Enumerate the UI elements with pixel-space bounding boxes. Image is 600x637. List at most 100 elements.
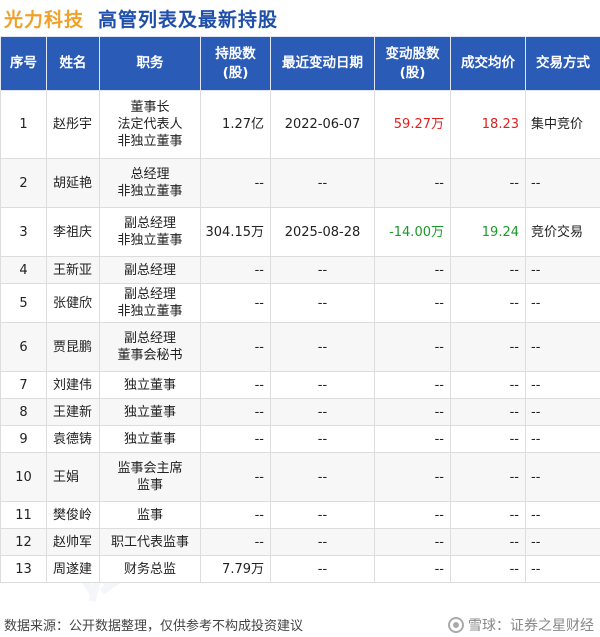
cell-name: 王新亚 [46, 256, 100, 284]
cell-name: 樊俊岭 [46, 501, 100, 529]
cell-method: -- [525, 555, 600, 583]
cell-method: -- [525, 398, 600, 426]
cell-holding: -- [200, 425, 271, 453]
position-line: 独立董事 [123, 377, 176, 393]
col-header-position: 职务 [99, 36, 201, 91]
table-row: 6 贾昆鹏 副总经理 董事会秘书 -- -- -- -- -- [0, 322, 600, 372]
cell-name: 胡延艳 [46, 158, 100, 208]
cell-date: -- [270, 555, 375, 583]
col-header-holding: 持股数 (股) [200, 36, 271, 91]
table-row: 9 袁德铸 独立董事 -- -- -- -- -- [0, 425, 600, 453]
position-line: 非独立董事 [117, 134, 183, 149]
cell-method: -- [525, 371, 600, 399]
cell-position: 总经理 非独立董事 [99, 158, 201, 208]
cell-price: -- [450, 425, 526, 453]
cell-method: -- [525, 322, 600, 372]
cell-date: -- [270, 452, 375, 502]
cell-method: 竞价交易 [525, 207, 600, 257]
cell-change: -- [374, 283, 451, 323]
cell-change: -- [374, 425, 451, 453]
brand-text: 雪球：证券之星财经 [468, 617, 594, 634]
cell-holding: -- [200, 283, 271, 323]
cell-name: 刘建伟 [46, 371, 100, 399]
cell-change: -- [374, 398, 451, 426]
cell-price: -- [450, 555, 526, 583]
cell-method: -- [525, 425, 600, 453]
cell-holding: -- [200, 501, 271, 529]
position-line: 监事 [136, 478, 163, 493]
cell-position: 副总经理 [99, 256, 201, 284]
cell-index: 1 [0, 90, 47, 159]
cell-price: -- [450, 528, 526, 556]
snowball-logo-icon [448, 616, 464, 633]
cell-date: -- [270, 322, 375, 372]
cell-index: 13 [0, 555, 47, 583]
cell-holding: -- [200, 158, 271, 208]
cell-price: -- [450, 398, 526, 426]
cell-index: 2 [0, 158, 47, 208]
cell-price: -- [450, 158, 526, 208]
cell-position: 副总经理 非独立董事 [99, 283, 201, 323]
cell-position: 副总经理 董事会秘书 [99, 322, 201, 372]
cell-position: 独立董事 [99, 371, 201, 399]
cell-index: 4 [0, 256, 47, 284]
col-header-change: 变动股数 (股) [374, 36, 451, 91]
position-line: 法定代表人 [117, 117, 183, 132]
cell-name: 贾昆鹏 [46, 322, 100, 372]
cell-change: 59.27万 [374, 90, 451, 159]
col-header-date: 最近变动日期 [270, 36, 375, 91]
cell-change: -- [374, 322, 451, 372]
table-row: 1 赵彤宇 董事长 法定代表人 非独立董事 1.27亿 2022-06-07 59.27万 18… [0, 90, 600, 159]
cell-method: -- [525, 158, 600, 208]
cell-date: -- [270, 425, 375, 453]
cell-holding: -- [200, 371, 271, 399]
cell-date: -- [270, 256, 375, 284]
cell-date: -- [270, 398, 375, 426]
cell-change: -- [374, 158, 451, 208]
cell-index: 10 [0, 452, 47, 502]
cell-index: 12 [0, 528, 47, 556]
cell-index: 3 [0, 207, 47, 257]
cell-date: -- [270, 501, 375, 529]
table-row: 5 张健欣 副总经理 非独立董事 -- -- -- -- -- [0, 283, 600, 323]
cell-index: 11 [0, 501, 47, 529]
cell-change: -- [374, 371, 451, 399]
position-line: 监事会主席 [117, 461, 183, 476]
position-line: 董事会秘书 [117, 348, 183, 363]
cell-change: -- [374, 528, 451, 556]
table-row: 4 王新亚 副总经理 -- -- -- -- -- [0, 256, 600, 284]
table-row: 11 樊俊岭 监事 -- -- -- -- -- [0, 501, 600, 529]
page-title: 高管列表及最新持股 [98, 8, 279, 31]
position-line: 独立董事 [123, 431, 176, 447]
position-line: 独立董事 [123, 404, 176, 420]
cell-date: -- [270, 283, 375, 323]
data-source-note: 数据来源：公开数据整理，仅供参考不构成投资建议 [4, 619, 304, 634]
cell-price: 19.24 [450, 207, 526, 257]
cell-date: 2025-08-28 [270, 207, 375, 257]
cell-price: -- [450, 322, 526, 372]
cell-method: -- [525, 256, 600, 284]
cell-name: 李祖庆 [46, 207, 100, 257]
cell-change: -- [374, 555, 451, 583]
executive-table: 序号 姓名 职务 持股数 (股) 最近变动日期 变动股数 (股) 成交均价 交易方式… [0, 36, 600, 583]
cell-name: 王娟 [46, 452, 100, 502]
cell-date: -- [270, 528, 375, 556]
cell-holding: -- [200, 452, 271, 502]
table-row: 2 胡延艳 总经理 非独立董事 -- -- -- -- -- [0, 158, 600, 208]
cell-position: 董事长 法定代表人 非独立董事 [99, 90, 201, 159]
cell-price: 18.23 [450, 90, 526, 159]
cell-holding: 7.79万 [200, 555, 271, 583]
cell-name: 周遂建 [46, 555, 100, 583]
cell-price: -- [450, 256, 526, 284]
cell-change: -14.00万 [374, 207, 451, 257]
col-header-index: 序号 [0, 36, 47, 91]
cell-name: 王建新 [46, 398, 100, 426]
cell-position: 独立董事 [99, 425, 201, 453]
cell-method: -- [525, 501, 600, 529]
cell-holding: -- [200, 528, 271, 556]
cell-change: -- [374, 501, 451, 529]
cell-date: 2022-06-07 [270, 90, 375, 159]
position-line: 副总经理 [123, 287, 176, 302]
cell-method: -- [525, 452, 600, 502]
cell-method: 集中竞价 [525, 90, 600, 159]
